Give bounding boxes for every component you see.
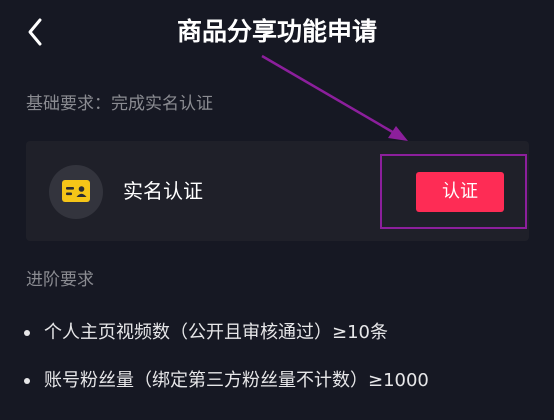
bullet-icon	[24, 378, 30, 384]
id-card-icon	[62, 180, 90, 202]
verification-label: 实名认证	[123, 179, 203, 203]
id-card-icon-container	[49, 165, 103, 219]
basic-requirement-label: 基础要求：完成实名认证	[26, 94, 213, 114]
list-item: 个人主页视频数（公开且审核通过）≥10条	[20, 316, 540, 364]
page-title: 商品分享功能申请	[176, 17, 377, 46]
list-item: 账号粉丝量（绑定第三方粉丝量不计数）≥1000	[20, 364, 540, 412]
requirement-text: 账号粉丝量（绑定第三方粉丝量不计数）≥1000	[44, 370, 429, 391]
verify-button[interactable]: 认证	[416, 172, 504, 212]
real-name-verification-card: 实名认证 认证	[26, 141, 529, 241]
requirement-list: 个人主页视频数（公开且审核通过）≥10条 账号粉丝量（绑定第三方粉丝量不计数）≥…	[20, 316, 540, 412]
requirement-text: 个人主页视频数（公开且审核通过）≥10条	[44, 322, 388, 343]
header-bar: 商品分享功能申请	[0, 0, 554, 70]
bullet-icon	[24, 330, 30, 336]
advanced-requirement-label: 进阶要求	[26, 270, 94, 290]
